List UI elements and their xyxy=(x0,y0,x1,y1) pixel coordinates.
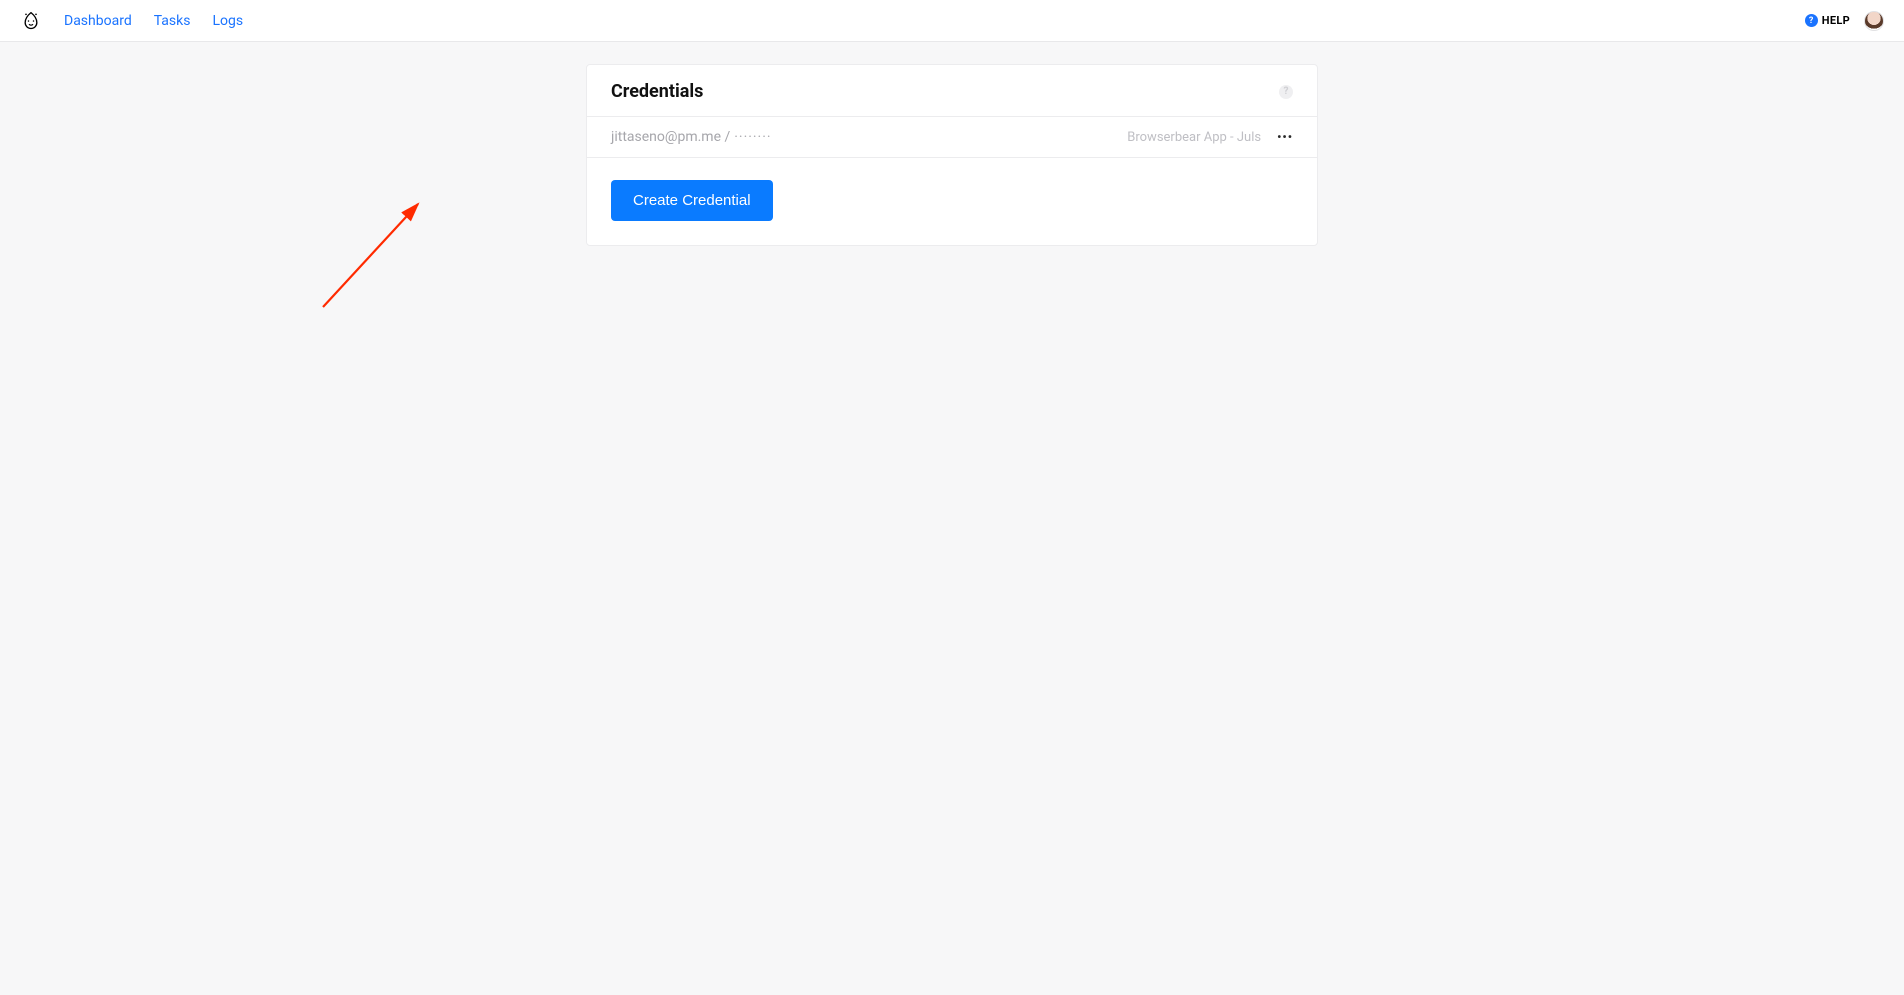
app-logo-icon[interactable] xyxy=(20,10,42,32)
nav-link-dashboard[interactable]: Dashboard xyxy=(64,13,132,29)
credential-masked: ········ xyxy=(734,129,771,145)
topbar: Dashboard Tasks Logs ? HELP xyxy=(0,0,1904,42)
credential-row[interactable]: jittaseno@pm.me / ········ Browserbear A… xyxy=(587,117,1317,158)
credential-meta-group: Browserbear App - Juls ••• xyxy=(1127,130,1293,145)
help-label: HELP xyxy=(1822,14,1850,27)
help-link[interactable]: ? HELP xyxy=(1805,14,1850,27)
credential-app-label: Browserbear App - Juls xyxy=(1127,130,1261,145)
more-icon[interactable]: ••• xyxy=(1277,130,1293,144)
nav-link-logs[interactable]: Logs xyxy=(212,13,243,29)
card-body: Create Credential xyxy=(587,158,1317,245)
nav-link-tasks[interactable]: Tasks xyxy=(154,13,191,29)
credentials-card: Credentials ? jittaseno@pm.me / ········… xyxy=(586,64,1318,246)
content: Credentials ? jittaseno@pm.me / ········… xyxy=(0,42,1904,286)
topbar-right: ? HELP xyxy=(1805,11,1884,31)
card-title: Credentials xyxy=(611,81,703,102)
help-icon: ? xyxy=(1805,14,1818,27)
card-header: Credentials ? xyxy=(587,65,1317,117)
credential-identity: jittaseno@pm.me / xyxy=(611,129,730,145)
avatar[interactable] xyxy=(1864,11,1884,31)
topbar-left: Dashboard Tasks Logs xyxy=(20,10,243,32)
credential-identity-group: jittaseno@pm.me / ········ xyxy=(611,129,772,145)
question-icon[interactable]: ? xyxy=(1279,85,1293,99)
create-credential-button[interactable]: Create Credential xyxy=(611,180,773,221)
